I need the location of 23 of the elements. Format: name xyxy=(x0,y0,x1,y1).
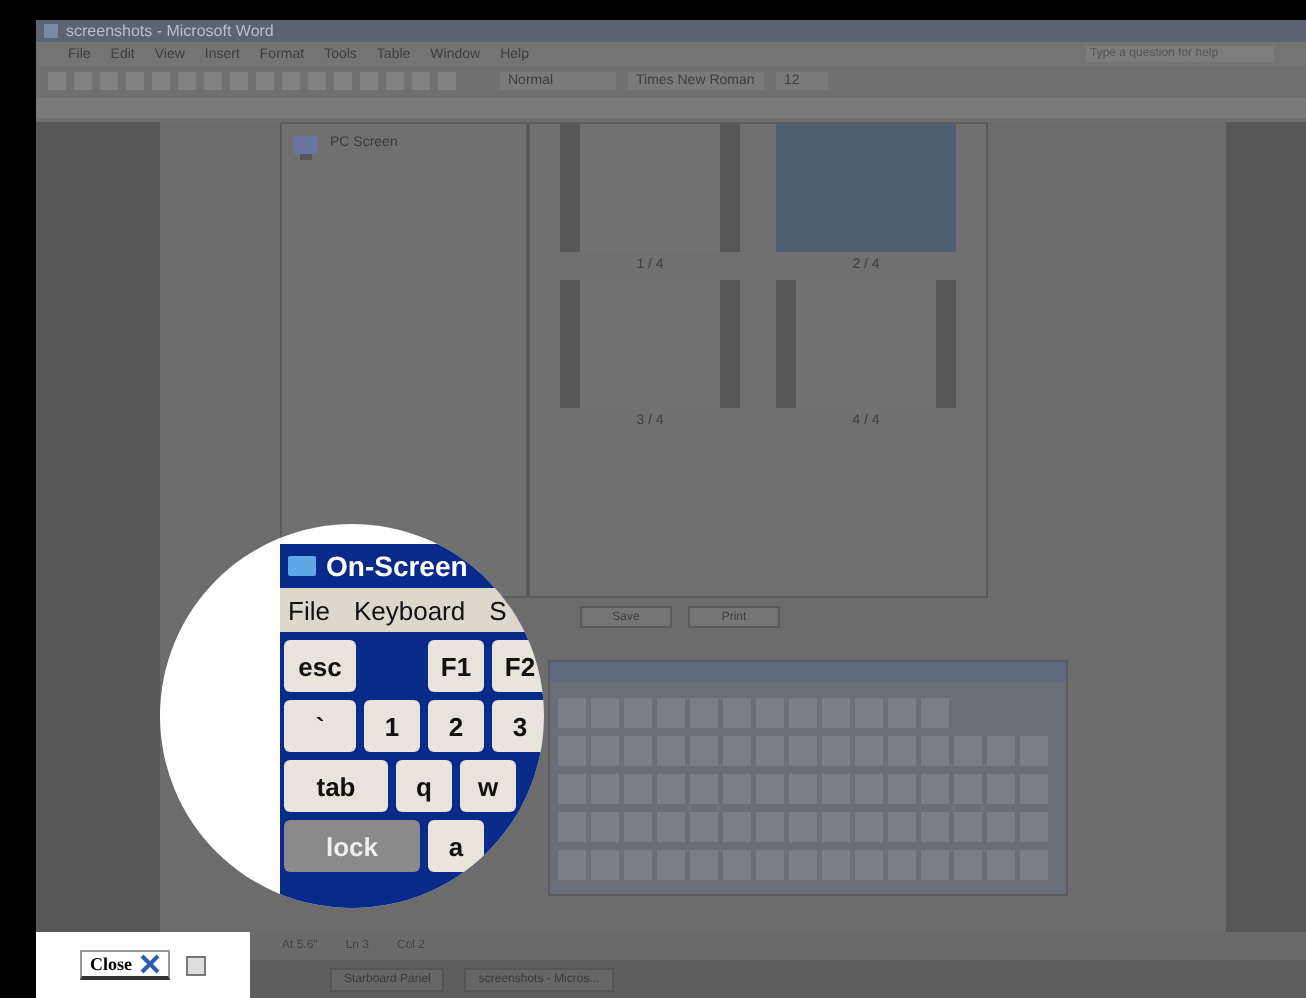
keyboard-key[interactable]: esc xyxy=(284,640,356,692)
keyboard-key[interactable]: w xyxy=(460,760,516,812)
keyboard-icon xyxy=(288,556,316,576)
menu-item[interactable]: S xyxy=(489,595,507,625)
menu-item[interactable]: Keyboard xyxy=(353,595,466,625)
keyboard-title: On-Screen xyxy=(326,550,468,582)
keyboard-key[interactable]: F1 xyxy=(428,640,484,692)
keyboard-key[interactable]: a xyxy=(428,820,484,872)
page-thumbnail[interactable] xyxy=(560,124,740,252)
keyboard-key[interactable]: 1 xyxy=(364,700,420,752)
page-thumbnail[interactable] xyxy=(776,124,956,252)
keyboard-key[interactable]: 3 xyxy=(492,700,544,752)
close-icon xyxy=(140,954,160,974)
keyboard-key[interactable]: ` xyxy=(284,700,356,752)
keyboard-key[interactable]: q xyxy=(396,760,452,812)
keyboard-key[interactable]: tab xyxy=(284,760,388,812)
close-button[interactable]: Close xyxy=(80,950,170,980)
keyboard-key[interactable]: lock xyxy=(284,820,420,872)
keyboard-key[interactable]: 2 xyxy=(428,700,484,752)
computer-icon xyxy=(294,136,318,160)
window-title: screenshots - Microsoft Word xyxy=(66,22,274,40)
menu-item[interactable]: File xyxy=(288,595,330,625)
window-icon[interactable] xyxy=(186,955,206,975)
